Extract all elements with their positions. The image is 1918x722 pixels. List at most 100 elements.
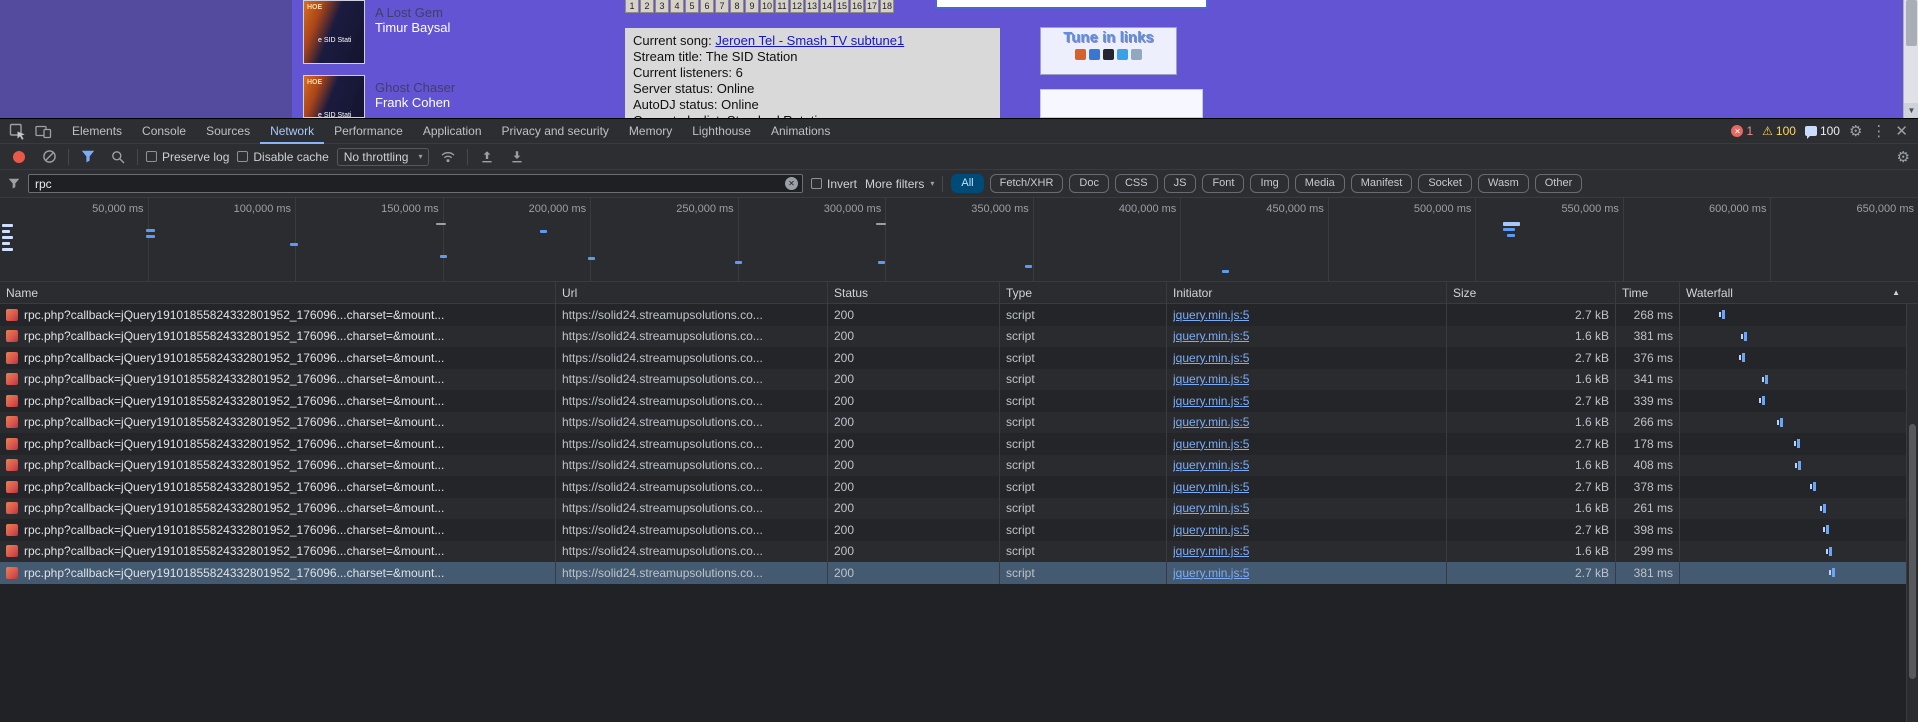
page-scrollbar[interactable]: ▼ bbox=[1903, 0, 1918, 118]
error-count-badge[interactable]: ✕1 bbox=[1731, 124, 1753, 138]
invert-checkbox[interactable]: Invert bbox=[811, 177, 857, 191]
initiator-link[interactable]: jquery.min.js:5 bbox=[1173, 394, 1249, 408]
disable-cache-checkbox[interactable]: Disable cache bbox=[237, 150, 328, 164]
initiator-link[interactable]: jquery.min.js:5 bbox=[1173, 372, 1249, 386]
filter-input-wrap[interactable]: ✕ bbox=[28, 174, 803, 193]
network-settings-gear-icon[interactable]: ⚙ bbox=[1897, 148, 1910, 166]
page-button[interactable]: 11 bbox=[775, 0, 789, 13]
tab-lighthouse[interactable]: Lighthouse bbox=[682, 119, 761, 144]
page-button[interactable]: 10 bbox=[760, 0, 774, 13]
table-row[interactable]: rpc.php?callback=jQuery19101855824332801… bbox=[0, 433, 1918, 455]
column-header-initiator[interactable]: Initiator bbox=[1167, 282, 1447, 303]
filter-input[interactable] bbox=[29, 177, 785, 191]
filter-pill-img[interactable]: Img bbox=[1250, 174, 1288, 193]
monitor-icon[interactable] bbox=[1103, 49, 1114, 60]
page-button[interactable]: 13 bbox=[805, 0, 819, 13]
page-button[interactable]: 9 bbox=[745, 0, 759, 13]
page-scrollbar-thumb[interactable] bbox=[1906, 0, 1917, 46]
column-header-status[interactable]: Status bbox=[828, 282, 1000, 303]
column-header-type[interactable]: Type bbox=[1000, 282, 1167, 303]
table-scrollbar-thumb[interactable] bbox=[1909, 424, 1916, 679]
network-conditions-icon[interactable] bbox=[437, 146, 459, 168]
table-row[interactable]: rpc.php?callback=jQuery19101855824332801… bbox=[0, 519, 1918, 541]
column-header-name[interactable]: Name bbox=[0, 282, 556, 303]
more-filters-dropdown[interactable]: More filters▾ bbox=[865, 177, 934, 191]
tab-privacy-and-security[interactable]: Privacy and security bbox=[492, 119, 619, 144]
filter-pill-wasm[interactable]: Wasm bbox=[1478, 174, 1529, 193]
toggle-device-toolbar-icon[interactable] bbox=[30, 119, 56, 143]
tab-animations[interactable]: Animations bbox=[761, 119, 840, 144]
page-button[interactable]: 2 bbox=[640, 0, 654, 13]
explorer-icon[interactable] bbox=[1117, 49, 1128, 60]
warning-count-badge[interactable]: ⚠100 bbox=[1762, 124, 1796, 138]
page-button[interactable]: 14 bbox=[820, 0, 834, 13]
clear-filter-icon[interactable]: ✕ bbox=[785, 177, 798, 190]
page-button[interactable]: 17 bbox=[865, 0, 879, 13]
page-button[interactable]: 3 bbox=[655, 0, 669, 13]
table-scrollbar[interactable] bbox=[1906, 304, 1918, 722]
tab-network[interactable]: Network bbox=[260, 119, 324, 144]
settings-gear-icon[interactable]: ⚙ bbox=[1849, 122, 1862, 140]
export-har-button[interactable] bbox=[506, 146, 528, 168]
column-header-waterfall[interactable]: Waterfall▲ bbox=[1680, 282, 1906, 303]
initiator-link[interactable]: jquery.min.js:5 bbox=[1173, 501, 1249, 515]
filter-pill-manifest[interactable]: Manifest bbox=[1351, 174, 1413, 193]
table-row[interactable]: rpc.php?callback=jQuery19101855824332801… bbox=[0, 541, 1918, 563]
initiator-link[interactable]: jquery.min.js:5 bbox=[1173, 480, 1249, 494]
tab-elements[interactable]: Elements bbox=[62, 119, 132, 144]
windows-media-icon[interactable] bbox=[1089, 49, 1100, 60]
scroll-down-arrow-icon[interactable]: ▼ bbox=[1904, 103, 1918, 118]
initiator-link[interactable]: jquery.min.js:5 bbox=[1173, 351, 1249, 365]
initiator-link[interactable]: jquery.min.js:5 bbox=[1173, 415, 1249, 429]
initiator-link[interactable]: jquery.min.js:5 bbox=[1173, 523, 1249, 537]
filter-pill-socket[interactable]: Socket bbox=[1418, 174, 1472, 193]
table-row[interactable]: rpc.php?callback=jQuery19101855824332801… bbox=[0, 498, 1918, 520]
initiator-link[interactable]: jquery.min.js:5 bbox=[1173, 458, 1249, 472]
close-devtools-icon[interactable]: ✕ bbox=[1895, 122, 1908, 140]
filter-toggle-button[interactable] bbox=[77, 146, 99, 168]
page-button[interactable]: 15 bbox=[835, 0, 849, 13]
winamp-icon[interactable] bbox=[1075, 49, 1086, 60]
tab-sources[interactable]: Sources bbox=[196, 119, 260, 144]
clear-network-log-button[interactable] bbox=[38, 146, 60, 168]
table-row[interactable]: rpc.php?callback=jQuery19101855824332801… bbox=[0, 347, 1918, 369]
album-art[interactable]: HOE e SID Stati bbox=[303, 0, 365, 64]
filter-pill-font[interactable]: Font bbox=[1202, 174, 1244, 193]
tab-performance[interactable]: Performance bbox=[324, 119, 413, 144]
tab-application[interactable]: Application bbox=[413, 119, 492, 144]
initiator-link[interactable]: jquery.min.js:5 bbox=[1173, 544, 1249, 558]
filter-pill-media[interactable]: Media bbox=[1295, 174, 1345, 193]
album-art[interactable]: HOE e SID Stati bbox=[303, 75, 365, 118]
quicktime-icon[interactable] bbox=[1131, 49, 1142, 60]
page-button[interactable]: 8 bbox=[730, 0, 744, 13]
more-options-icon[interactable]: ⋮ bbox=[1871, 122, 1886, 140]
column-header-size[interactable]: Size bbox=[1447, 282, 1616, 303]
overview[interactable]: 50,000 ms100,000 ms150,000 ms200,000 ms2… bbox=[0, 198, 1918, 282]
current-song-link[interactable]: Jeroen Tel - Smash TV subtune1 bbox=[715, 33, 904, 48]
page-button[interactable]: 1 bbox=[625, 0, 639, 13]
table-row[interactable]: rpc.php?callback=jQuery19101855824332801… bbox=[0, 412, 1918, 434]
table-row[interactable]: rpc.php?callback=jQuery19101855824332801… bbox=[0, 476, 1918, 498]
page-button[interactable]: 5 bbox=[685, 0, 699, 13]
search-icon[interactable] bbox=[107, 146, 129, 168]
tab-console[interactable]: Console bbox=[132, 119, 196, 144]
table-row[interactable]: rpc.php?callback=jQuery19101855824332801… bbox=[0, 304, 1918, 326]
sort-arrow-icon[interactable]: ▲ bbox=[1892, 288, 1900, 297]
record-network-log-button[interactable] bbox=[8, 146, 30, 168]
throttling-select[interactable]: No throttling▾ bbox=[337, 148, 430, 166]
filter-pill-other[interactable]: Other bbox=[1535, 174, 1583, 193]
column-header-time[interactable]: Time bbox=[1616, 282, 1680, 303]
page-button[interactable]: 16 bbox=[850, 0, 864, 13]
table-row[interactable]: rpc.php?callback=jQuery19101855824332801… bbox=[0, 326, 1918, 348]
table-row[interactable]: rpc.php?callback=jQuery19101855824332801… bbox=[0, 369, 1918, 391]
table-row[interactable]: rpc.php?callback=jQuery19101855824332801… bbox=[0, 390, 1918, 412]
issues-count-badge[interactable]: 100 bbox=[1805, 124, 1840, 138]
page-button[interactable]: 7 bbox=[715, 0, 729, 13]
inspect-element-icon[interactable] bbox=[4, 119, 30, 143]
column-header-url[interactable]: Url bbox=[556, 282, 828, 303]
album-title[interactable]: A Lost Gem bbox=[375, 5, 443, 20]
filter-pill-fetch-xhr[interactable]: Fetch/XHR bbox=[990, 174, 1064, 193]
initiator-link[interactable]: jquery.min.js:5 bbox=[1173, 437, 1249, 451]
import-har-button[interactable] bbox=[476, 146, 498, 168]
initiator-link[interactable]: jquery.min.js:5 bbox=[1173, 566, 1249, 580]
